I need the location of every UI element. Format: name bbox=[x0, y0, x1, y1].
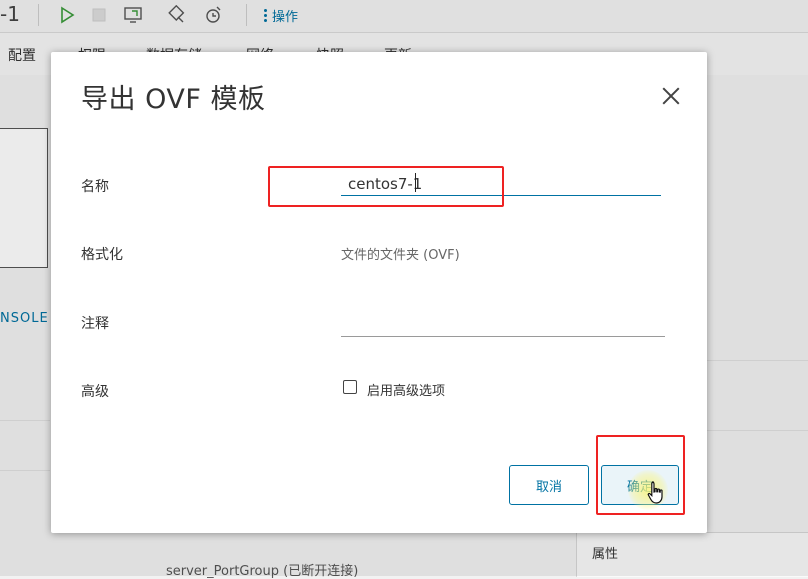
close-icon[interactable] bbox=[657, 82, 685, 110]
advanced-options-checkbox[interactable] bbox=[343, 380, 357, 394]
comment-label: 注释 bbox=[81, 316, 109, 332]
advanced-label: 高级 bbox=[81, 384, 109, 400]
cancel-button[interactable]: 取消 bbox=[509, 465, 589, 505]
format-label: 格式化 bbox=[81, 247, 123, 263]
advanced-options-label[interactable]: 启用高级选项 bbox=[367, 380, 445, 399]
format-value: 文件的文件夹 (OVF) bbox=[341, 248, 460, 263]
dialog-title: 导出 OVF 模板 bbox=[81, 84, 266, 115]
hand-cursor-icon bbox=[647, 481, 663, 504]
name-input[interactable] bbox=[341, 172, 661, 196]
name-label: 名称 bbox=[81, 179, 109, 195]
text-caret bbox=[415, 173, 416, 192]
export-ovf-dialog: 导出 OVF 模板 名称 格式化 文件的文件夹 (OVF) 注释 高级 启用高级… bbox=[51, 52, 707, 533]
comment-input[interactable] bbox=[341, 310, 665, 337]
